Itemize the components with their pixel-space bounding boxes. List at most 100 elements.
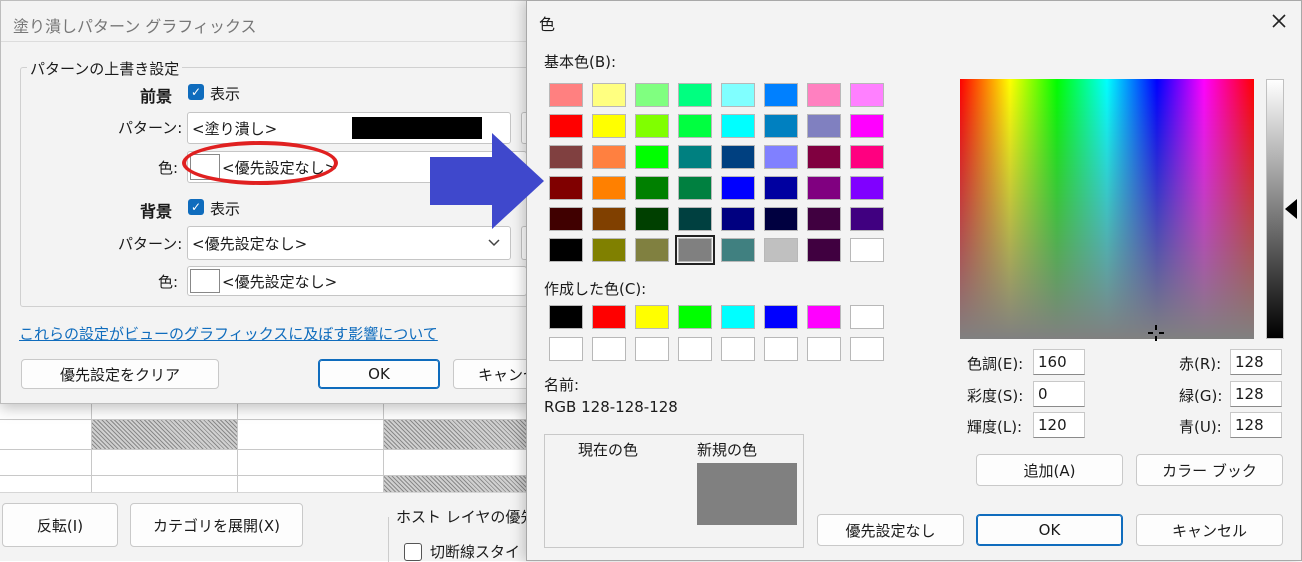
basic-color-cell[interactable]	[592, 83, 626, 107]
basic-color-cell[interactable]	[721, 207, 755, 231]
basic-color-cell[interactable]	[850, 83, 884, 107]
basic-color-cell[interactable]	[549, 83, 583, 107]
color-spectrum[interactable]	[960, 79, 1254, 341]
basic-color-cell[interactable]	[807, 145, 841, 169]
basic-color-cell[interactable]	[592, 176, 626, 200]
basic-color-cell[interactable]	[850, 176, 884, 200]
custom-color-cell[interactable]	[635, 337, 669, 361]
basic-color-cell[interactable]	[764, 145, 798, 169]
custom-color-cell[interactable]	[764, 305, 798, 329]
basic-color-cell[interactable]	[807, 83, 841, 107]
basic-color-cell[interactable]	[721, 176, 755, 200]
basic-color-cell[interactable]	[635, 207, 669, 231]
green-input[interactable]: 128	[1230, 381, 1282, 407]
background-color-swatch	[190, 269, 220, 293]
basic-color-cell[interactable]	[549, 176, 583, 200]
basic-color-cell[interactable]	[678, 114, 712, 138]
hue-input[interactable]: 160	[1033, 349, 1085, 375]
close-icon[interactable]	[1270, 12, 1288, 30]
override-group-label: パターンの上書き設定	[27, 58, 183, 79]
custom-color-cell[interactable]	[635, 305, 669, 329]
basic-color-cell[interactable]	[721, 238, 755, 262]
basic-color-cell[interactable]	[549, 238, 583, 262]
basic-color-cell[interactable]	[807, 176, 841, 200]
custom-color-cell[interactable]	[549, 305, 583, 329]
background-pattern-label: パターン:	[118, 235, 183, 253]
basic-color-cell[interactable]	[764, 114, 798, 138]
custom-color-cell[interactable]	[850, 337, 884, 361]
lum-input[interactable]: 120	[1033, 412, 1085, 438]
basic-color-cell[interactable]	[635, 176, 669, 200]
basic-color-cell[interactable]	[764, 207, 798, 231]
background-color-button[interactable]: <優先設定なし>	[187, 266, 527, 296]
basic-color-cell[interactable]	[635, 145, 669, 169]
basic-color-cell[interactable]	[678, 83, 712, 107]
no-override-button[interactable]: 優先設定なし	[817, 514, 964, 546]
basic-color-cell[interactable]	[807, 238, 841, 262]
custom-color-cell[interactable]	[721, 337, 755, 361]
custom-colors-label: 作成した色(C):	[544, 280, 647, 298]
basic-color-cell[interactable]	[721, 114, 755, 138]
custom-color-cell[interactable]	[592, 337, 626, 361]
custom-color-cell[interactable]	[592, 305, 626, 329]
custom-color-cell[interactable]	[678, 305, 712, 329]
custom-color-cell[interactable]	[764, 337, 798, 361]
basic-color-cell[interactable]	[764, 238, 798, 262]
basic-color-cell[interactable]	[549, 114, 583, 138]
basic-color-cell[interactable]	[678, 207, 712, 231]
cut-line-checkbox[interactable]	[404, 543, 422, 561]
basic-color-cell[interactable]	[721, 83, 755, 107]
basic-color-cell[interactable]	[807, 207, 841, 231]
blue-input[interactable]: 128	[1230, 412, 1282, 438]
basic-color-cell[interactable]	[635, 83, 669, 107]
basic-color-cell[interactable]	[764, 83, 798, 107]
basic-color-cell[interactable]	[592, 238, 626, 262]
basic-color-cell[interactable]	[850, 114, 884, 138]
basic-colors-label: 基本色(B):	[544, 53, 617, 71]
custom-color-cell[interactable]	[678, 337, 712, 361]
color-cancel-button[interactable]: キャンセル	[1136, 514, 1283, 546]
basic-color-cell[interactable]	[850, 207, 884, 231]
background-show-checkbox[interactable]: ✓	[188, 199, 204, 215]
custom-color-cell[interactable]	[549, 337, 583, 361]
help-link[interactable]: これらの設定がビューのグラフィックスに及ぼす影響について	[19, 323, 438, 344]
basic-color-cell[interactable]	[549, 207, 583, 231]
clear-override-button[interactable]: 優先設定をクリア	[21, 359, 219, 389]
ok-button[interactable]: OK	[318, 359, 440, 389]
basic-color-cell[interactable]	[635, 114, 669, 138]
rotate-button[interactable]: 反転(I)	[2, 503, 118, 547]
custom-color-cell[interactable]	[807, 337, 841, 361]
sat-input[interactable]: 0	[1033, 381, 1085, 407]
basic-color-cell[interactable]	[721, 145, 755, 169]
luminance-slider[interactable]	[1266, 79, 1284, 339]
background-show-label: 表示	[210, 200, 241, 218]
basic-color-cell[interactable]	[764, 176, 798, 200]
basic-color-cell[interactable]	[635, 238, 669, 262]
custom-color-cell[interactable]	[721, 305, 755, 329]
color-ok-button[interactable]: OK	[976, 514, 1123, 546]
basic-color-cell[interactable]	[675, 235, 715, 265]
basic-color-cell[interactable]	[592, 207, 626, 231]
color-dialog: 色 基本色(B): 作成した色(C): 名前: RGB 128-128-128 …	[526, 0, 1302, 561]
custom-color-cell[interactable]	[807, 305, 841, 329]
basic-color-cell[interactable]	[549, 145, 583, 169]
foreground-show-checkbox[interactable]: ✓	[188, 84, 204, 100]
basic-color-cell[interactable]	[592, 145, 626, 169]
background-toolbar: 反転(I) カテゴリを展開(X) ホスト レイヤの優先 切断線スタイ	[0, 492, 535, 562]
basic-color-cell[interactable]	[678, 176, 712, 200]
red-input[interactable]: 128	[1230, 349, 1282, 375]
color-book-button[interactable]: カラー ブック	[1136, 454, 1283, 486]
basic-color-cell[interactable]	[678, 145, 712, 169]
add-custom-color-button[interactable]: 追加(A)	[976, 454, 1123, 486]
background-pattern-select[interactable]: <優先設定なし>	[187, 226, 511, 260]
basic-color-cell[interactable]	[850, 238, 884, 262]
color-dialog-title: 色	[539, 15, 556, 34]
custom-color-cell[interactable]	[850, 305, 884, 329]
name-label: 名前:	[544, 376, 580, 394]
basic-color-cell[interactable]	[592, 114, 626, 138]
basic-color-cell[interactable]	[807, 114, 841, 138]
luminance-pointer-icon[interactable]	[1285, 199, 1297, 219]
expand-category-button[interactable]: カテゴリを展開(X)	[130, 503, 303, 547]
basic-color-cell[interactable]	[850, 145, 884, 169]
red-label: 赤(R):	[1179, 355, 1222, 373]
